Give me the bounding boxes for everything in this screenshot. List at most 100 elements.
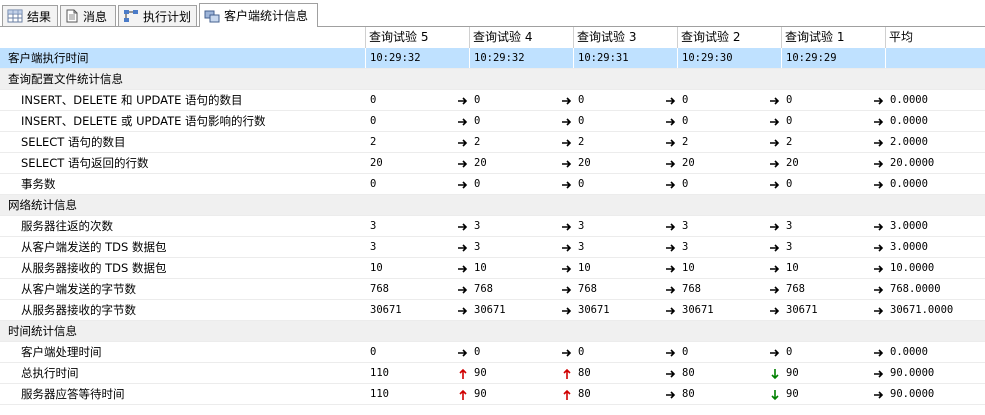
value-cell: 90 bbox=[474, 367, 487, 379]
column-header[interactable]: 查询试验 5 bbox=[369, 27, 428, 48]
section-header-row[interactable]: 查询配置文件统计信息 bbox=[0, 69, 985, 90]
row-label: INSERT、DELETE 和 UPDATE 语句的数目 bbox=[21, 93, 243, 107]
value-cell: 0.0000 bbox=[890, 115, 928, 127]
value-cell: 2.0000 bbox=[890, 136, 928, 148]
row-label: 从客户端发送的 TDS 数据包 bbox=[21, 240, 167, 254]
value-cell: 3 bbox=[474, 220, 481, 232]
column-header[interactable]: 查询试验 2 bbox=[681, 27, 740, 48]
column-separator bbox=[677, 48, 678, 69]
row-label: SELECT 语句返回的行数 bbox=[21, 156, 149, 170]
value-cell: 0 bbox=[474, 115, 481, 127]
row-label: INSERT、DELETE 或 UPDATE 语句影响的行数 bbox=[21, 114, 266, 128]
row-label: 客户端处理时间 bbox=[21, 345, 102, 359]
column-header[interactable]: 查询试验 3 bbox=[577, 27, 636, 48]
tab-messages-label: 消息 bbox=[83, 9, 108, 24]
value-cell: 10:29:29 bbox=[786, 52, 837, 64]
column-separator bbox=[677, 27, 678, 48]
value-cell: 0 bbox=[682, 346, 689, 358]
column-header[interactable]: 查询试验 1 bbox=[785, 27, 844, 48]
column-separator bbox=[885, 48, 886, 69]
value-cell: 90 bbox=[786, 388, 799, 400]
client-statistics-grid: 查询试验 5 查询试验 4 查询试验 3 查询试验 2 查询试验 1 平均客户端执行时间 1… bbox=[0, 27, 985, 415]
column-header[interactable]: 平均 bbox=[889, 27, 913, 48]
document-icon bbox=[65, 9, 79, 23]
grid-icon bbox=[7, 9, 23, 23]
value-cell: 10.0000 bbox=[890, 262, 935, 274]
table-row[interactable]: 从客户端发送的 TDS 数据包 3 3 3 3 3 3.0000 bbox=[0, 237, 985, 258]
value-cell: 2 bbox=[474, 136, 481, 148]
value-cell: 30671 bbox=[682, 304, 714, 316]
execution-plan-icon bbox=[123, 9, 139, 23]
table-row[interactable]: 服务器往返的次数 3 3 3 3 3 3.0000 bbox=[0, 216, 985, 237]
client-statistics-icon bbox=[204, 9, 220, 23]
table-row[interactable]: 从服务器接收的 TDS 数据包 10 10 10 10 10 10.0000 bbox=[0, 258, 985, 279]
value-cell: 3.0000 bbox=[890, 220, 928, 232]
tab-execution-plan[interactable]: 执行计划 bbox=[118, 5, 197, 26]
row-label: SELECT 语句的数目 bbox=[21, 135, 126, 149]
table-row[interactable]: SELECT 语句的数目 2 2 2 2 2 2.0000 bbox=[0, 132, 985, 153]
value-cell: 0 bbox=[578, 178, 585, 190]
column-header[interactable]: 查询试验 4 bbox=[473, 27, 532, 48]
table-row[interactable]: 服务器应答等待时间 110 90 80 80 90 90.0000 bbox=[0, 384, 985, 405]
value-cell: 3 bbox=[370, 220, 377, 232]
row-label: 从服务器接收的字节数 bbox=[21, 303, 136, 317]
value-cell: 80 bbox=[682, 367, 695, 379]
table-row[interactable]: 从服务器接收的字节数 30671 30671 30671 30671 30671 30671… bbox=[0, 300, 985, 321]
value-cell: 0 bbox=[370, 94, 377, 106]
section-header-row[interactable]: 网络统计信息 bbox=[0, 195, 985, 216]
value-cell: 0 bbox=[578, 346, 585, 358]
results-tab-strip: 结果 消息 执行计划 客户端统计信息 bbox=[0, 0, 985, 27]
value-cell: 768 bbox=[370, 283, 389, 295]
value-cell: 90 bbox=[474, 388, 487, 400]
value-cell: 3 bbox=[370, 241, 377, 253]
column-separator bbox=[885, 27, 886, 48]
value-cell: 80 bbox=[578, 388, 591, 400]
table-row[interactable]: 从客户端发送的字节数 768 768 768 768 768 768.0000 bbox=[0, 279, 985, 300]
value-cell: 80 bbox=[578, 367, 591, 379]
value-cell: 0 bbox=[682, 115, 689, 127]
value-cell: 0 bbox=[786, 178, 793, 190]
section-label: 查询配置文件统计信息 bbox=[8, 72, 123, 86]
column-separator bbox=[781, 27, 782, 48]
table-row[interactable]: 客户端处理时间 0 0 0 0 0 0.0000 bbox=[0, 342, 985, 363]
row-label: 客户端执行时间 bbox=[8, 51, 89, 65]
tab-messages[interactable]: 消息 bbox=[60, 5, 116, 26]
value-cell: 20 bbox=[786, 157, 799, 169]
table-row[interactable]: SELECT 语句返回的行数 20 20 20 20 20 20.0000 bbox=[0, 153, 985, 174]
section-header-row[interactable]: 时间统计信息 bbox=[0, 321, 985, 342]
tab-results[interactable]: 结果 bbox=[2, 5, 58, 26]
value-cell: 10:29:31 bbox=[578, 52, 629, 64]
tab-execution-plan-label: 执行计划 bbox=[143, 9, 192, 24]
value-cell: 0.0000 bbox=[890, 94, 928, 106]
value-cell: 0 bbox=[474, 178, 481, 190]
column-separator bbox=[781, 48, 782, 69]
value-cell: 10 bbox=[786, 262, 799, 274]
tab-client-statistics-label: 客户端统计信息 bbox=[224, 9, 309, 23]
value-cell: 20 bbox=[474, 157, 487, 169]
column-separator bbox=[365, 27, 366, 48]
column-separator bbox=[469, 27, 470, 48]
value-cell: 20 bbox=[578, 157, 591, 169]
value-cell: 768 bbox=[786, 283, 805, 295]
table-row[interactable]: INSERT、DELETE 或 UPDATE 语句影响的行数 0 0 0 0 0 0.000… bbox=[0, 111, 985, 132]
value-cell: 110 bbox=[370, 367, 389, 379]
value-cell: 10:29:32 bbox=[370, 52, 421, 64]
column-separator bbox=[365, 48, 366, 69]
table-row[interactable]: 事务数 0 0 0 0 0 0.0000 bbox=[0, 174, 985, 195]
table-row[interactable]: 客户端执行时间 10:29:32 10:29:32 10:29:31 10:29:30 1… bbox=[0, 48, 985, 69]
section-label: 时间统计信息 bbox=[8, 324, 77, 338]
tab-client-statistics[interactable]: 客户端统计信息 bbox=[199, 3, 318, 27]
value-cell: 30671 bbox=[370, 304, 402, 316]
table-row[interactable]: 总执行时间 110 90 80 80 90 90.0000 bbox=[0, 363, 985, 384]
table-row[interactable]: INSERT、DELETE 和 UPDATE 语句的数目 0 0 0 0 0 0.0000 bbox=[0, 90, 985, 111]
row-divider bbox=[0, 404, 985, 405]
value-cell: 3 bbox=[474, 241, 481, 253]
value-cell: 0 bbox=[370, 346, 377, 358]
value-cell: 10:29:30 bbox=[682, 52, 733, 64]
column-separator bbox=[573, 48, 574, 69]
value-cell: 3 bbox=[578, 241, 585, 253]
value-cell: 2 bbox=[786, 136, 793, 148]
value-cell: 3.0000 bbox=[890, 241, 928, 253]
value-cell: 10 bbox=[682, 262, 695, 274]
value-cell: 3 bbox=[786, 220, 793, 232]
